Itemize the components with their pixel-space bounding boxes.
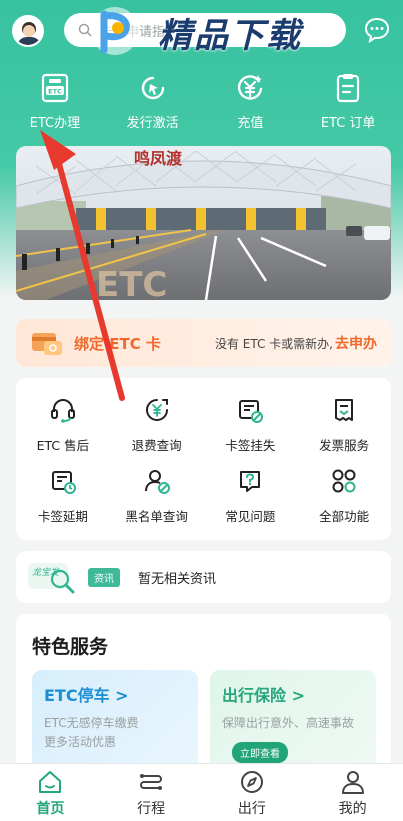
report-loss-icon bbox=[239, 400, 264, 423]
recharge-icon bbox=[238, 75, 263, 100]
etc-parking-card[interactable]: ETC停车 > ETC无感停车缴费 更多活动优惠 bbox=[32, 670, 198, 774]
trip-icon bbox=[140, 773, 163, 790]
card-title: 出行保险 bbox=[222, 686, 287, 705]
order-icon bbox=[337, 74, 360, 103]
service-blacklist[interactable]: 黑名单查询 bbox=[110, 459, 204, 530]
view-now-button[interactable]: 立即查看 bbox=[232, 742, 288, 763]
chevron-right-icon: > bbox=[291, 686, 305, 705]
tab-trip[interactable]: 行程 bbox=[111, 768, 191, 818]
service-refund-query[interactable]: 退费查询 bbox=[110, 388, 204, 459]
search-bar[interactable]: 卡签申请指 bbox=[64, 13, 346, 47]
tab-home[interactable]: 首页 bbox=[10, 768, 90, 818]
chat-icon[interactable] bbox=[363, 16, 391, 44]
chevron-right-icon: > bbox=[115, 686, 129, 705]
service-grid: ETC 售后 退费查询 卡签挂失 发票服务 卡签延期 黑名单查询 常见问题 全部… bbox=[16, 378, 391, 540]
tab-label: 我的 bbox=[338, 800, 367, 817]
quick-recharge[interactable]: 充值 bbox=[202, 70, 298, 140]
svg-text:ETC: ETC bbox=[48, 88, 62, 96]
quick-orders[interactable]: ETC 订单 bbox=[300, 70, 396, 140]
news-text: 暂无相关资讯 bbox=[138, 571, 217, 587]
all-functions-icon bbox=[332, 469, 356, 493]
quick-label: 发行激活 bbox=[126, 116, 179, 131]
service-label: 全部功能 bbox=[319, 509, 370, 524]
blacklist-icon bbox=[144, 470, 170, 494]
card-title: ETC停车 bbox=[44, 686, 110, 705]
compass-icon bbox=[240, 770, 263, 793]
service-label: 发票服务 bbox=[319, 438, 370, 453]
card-desc: 更多活动优惠 bbox=[44, 735, 117, 749]
news-badge: 资讯 bbox=[88, 567, 120, 587]
faq-icon bbox=[240, 471, 261, 492]
service-label: 黑名单查询 bbox=[125, 509, 188, 524]
apply-link[interactable]: 去申办 bbox=[335, 333, 377, 353]
quick-label: ETC 订单 bbox=[320, 116, 376, 131]
road-marking: ETC bbox=[96, 265, 167, 300]
profile-icon bbox=[341, 770, 364, 794]
extension-icon bbox=[51, 471, 76, 494]
news-logo-icon: 龙宝发 bbox=[28, 563, 75, 594]
service-label: 退费查询 bbox=[131, 438, 182, 453]
etc-card-icon: ETC bbox=[41, 73, 68, 103]
bind-card-description: 没有 ETC 卡或需新办, bbox=[214, 336, 333, 351]
refund-icon bbox=[145, 399, 168, 421]
promo-banner[interactable]: 鸣凤渡 ETC bbox=[16, 146, 391, 300]
card-link-icon bbox=[32, 333, 62, 355]
tab-travel[interactable]: 出行 bbox=[212, 768, 292, 818]
station-sign: 鸣凤渡 bbox=[134, 149, 183, 168]
news-bar[interactable]: 龙宝发 资讯 暂无相关资讯 bbox=[16, 551, 391, 603]
search-placeholder: 卡签申请指 bbox=[100, 24, 166, 40]
card-desc: 保障出行意外、高速事故 bbox=[222, 716, 355, 730]
tab-profile[interactable]: 我的 bbox=[313, 768, 393, 818]
service-label: ETC 售后 bbox=[36, 438, 90, 453]
bind-etc-card-bar[interactable]: 绑定 ETC 卡 没有 ETC 卡或需新办, 去申办 bbox=[16, 319, 391, 367]
quick-actions: ETC ETC办理 发行激活 充值 ETC 订单 bbox=[0, 70, 403, 140]
service-all-functions[interactable]: 全部功能 bbox=[297, 459, 391, 530]
featured-services: 特色服务 ETC停车 > ETC无感停车缴费 更多活动优惠 出行保险 > 保障出… bbox=[16, 614, 391, 774]
service-extension[interactable]: 卡签延期 bbox=[16, 459, 110, 530]
bind-card-title: 绑定 ETC 卡 bbox=[74, 334, 161, 353]
user-avatar[interactable] bbox=[12, 15, 44, 47]
home-icon bbox=[39, 770, 62, 793]
travel-insurance-card[interactable]: 出行保险 > 保障出行意外、高速事故 立即查看 bbox=[210, 670, 376, 774]
service-invoice[interactable]: 发票服务 bbox=[297, 388, 391, 459]
service-label: 卡签延期 bbox=[37, 509, 88, 524]
tab-label: 首页 bbox=[36, 800, 65, 817]
search-icon bbox=[78, 23, 92, 37]
service-report-loss[interactable]: 卡签挂失 bbox=[204, 388, 298, 459]
quick-activation[interactable]: 发行激活 bbox=[105, 70, 201, 140]
top-header: 卡签申请指 bbox=[0, 0, 403, 62]
toll-station-image: 鸣凤渡 ETC bbox=[16, 146, 391, 300]
headset-icon bbox=[50, 399, 75, 423]
tab-label: 出行 bbox=[237, 800, 266, 817]
featured-title: 特色服务 bbox=[32, 636, 109, 658]
invoice-icon bbox=[335, 399, 354, 421]
service-label: 常见问题 bbox=[225, 509, 276, 524]
activation-icon bbox=[141, 76, 164, 100]
card-desc: ETC无感停车缴费 bbox=[44, 716, 139, 730]
quick-label: 充值 bbox=[237, 116, 264, 131]
service-etc-aftersales[interactable]: ETC 售后 bbox=[16, 388, 110, 459]
service-label: 卡签挂失 bbox=[225, 438, 276, 453]
tab-label: 行程 bbox=[137, 800, 166, 817]
service-faq[interactable]: 常见问题 bbox=[204, 459, 298, 530]
bottom-tab-bar: 首页 行程 出行 我的 bbox=[0, 763, 403, 821]
quick-label: ETC办理 bbox=[29, 116, 81, 131]
quick-etc-apply[interactable]: ETC ETC办理 bbox=[7, 70, 103, 140]
